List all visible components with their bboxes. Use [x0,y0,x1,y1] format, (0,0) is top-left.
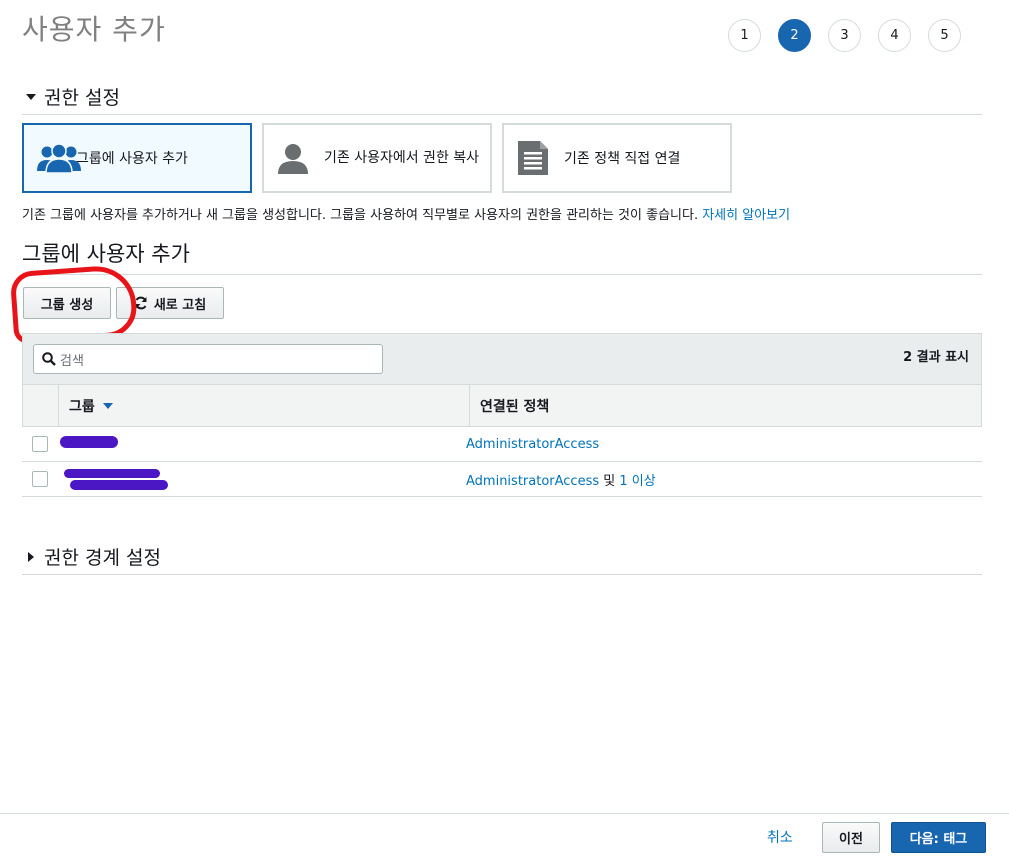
policy-connector: 및 [603,473,616,489]
option-label: 기존 정책 직접 연결 [564,151,681,167]
result-count: 2 결과 표시 [903,350,969,365]
step-5[interactable]: 5 [928,19,961,52]
permissions-section-header[interactable]: 권한 설정 [22,83,982,115]
step-2-active[interactable]: 2 [778,19,811,52]
redacted-group-name [70,480,168,490]
column-group-label: 그룹 [69,398,95,415]
option-add-to-group[interactable]: 그룹에 사용자 추가 [22,123,252,193]
next-button[interactable]: 다음: 태그 [891,822,986,853]
table-header: 그룹 연결된 정책 [22,385,982,427]
search-icon [42,352,56,366]
boundary-section-header[interactable]: 권한 경계 설정 [22,543,982,575]
column-header-policies: 연결된 정책 [480,398,550,415]
permissions-description: 기존 그룹에 사용자를 추가하거나 새 그룹을 생성합니다. 그룹을 사용하여 … [22,204,790,223]
redacted-group-name [64,469,160,478]
policy-link[interactable]: AdministratorAccess [466,437,599,452]
option-label: 기존 사용자에서 권한 복사 [324,149,480,166]
groups-table: 검색 2 결과 표시 그룹 연결된 정책 AdministratorAccess… [22,333,982,497]
sort-down-icon [102,402,113,409]
header-select-column [23,385,59,426]
step-4[interactable]: 4 [878,19,911,52]
refresh-label: 새로 고침 [153,297,207,313]
more-policies-link[interactable]: 1 이상 [619,474,655,489]
table-row[interactable]: AdministratorAccess [22,427,982,462]
wizard-steps: 1 2 3 4 5 [728,19,961,52]
wizard-footer: 취소 이전 다음: 태그 [0,813,1009,862]
option-copy-permissions[interactable]: 기존 사용자에서 권한 복사 [262,123,492,193]
row-checkbox[interactable] [32,471,48,487]
learn-more-link[interactable]: 자세히 알아보기 [702,208,790,223]
caret-right-icon [28,552,34,562]
description-text: 기존 그룹에 사용자를 추가하거나 새 그룹을 생성합니다. 그룹을 사용하여 … [22,208,699,223]
policy-cell: AdministratorAccess 및 1 이상 [466,470,656,489]
caret-down-icon [26,94,36,100]
table-toolbar: 검색 2 결과 표시 [22,333,982,385]
row-checkbox[interactable] [32,436,48,452]
search-placeholder: 검색 [60,353,84,369]
permissions-section-title: 권한 설정 [44,87,120,109]
option-attach-policy[interactable]: 기존 정책 직접 연결 [502,123,732,193]
previous-button[interactable]: 이전 [822,822,880,853]
cancel-link[interactable]: 취소 [767,827,793,847]
option-label: 그룹에 사용자 추가 [76,151,188,167]
document-icon [510,141,556,175]
boundary-section-title: 권한 경계 설정 [44,547,161,569]
step-1[interactable]: 1 [728,19,761,52]
redacted-group-name [60,436,118,448]
group-section-title: 그룹에 사용자 추가 [22,238,982,275]
table-row[interactable]: AdministratorAccess 및 1 이상 [22,462,982,497]
column-header-group[interactable]: 그룹 [59,385,470,426]
step-3[interactable]: 3 [828,19,861,52]
search-input[interactable]: 검색 [33,344,383,374]
page-title: 사용자 추가 [22,13,166,46]
policy-link[interactable]: AdministratorAccess [466,474,599,489]
user-icon [270,142,316,174]
